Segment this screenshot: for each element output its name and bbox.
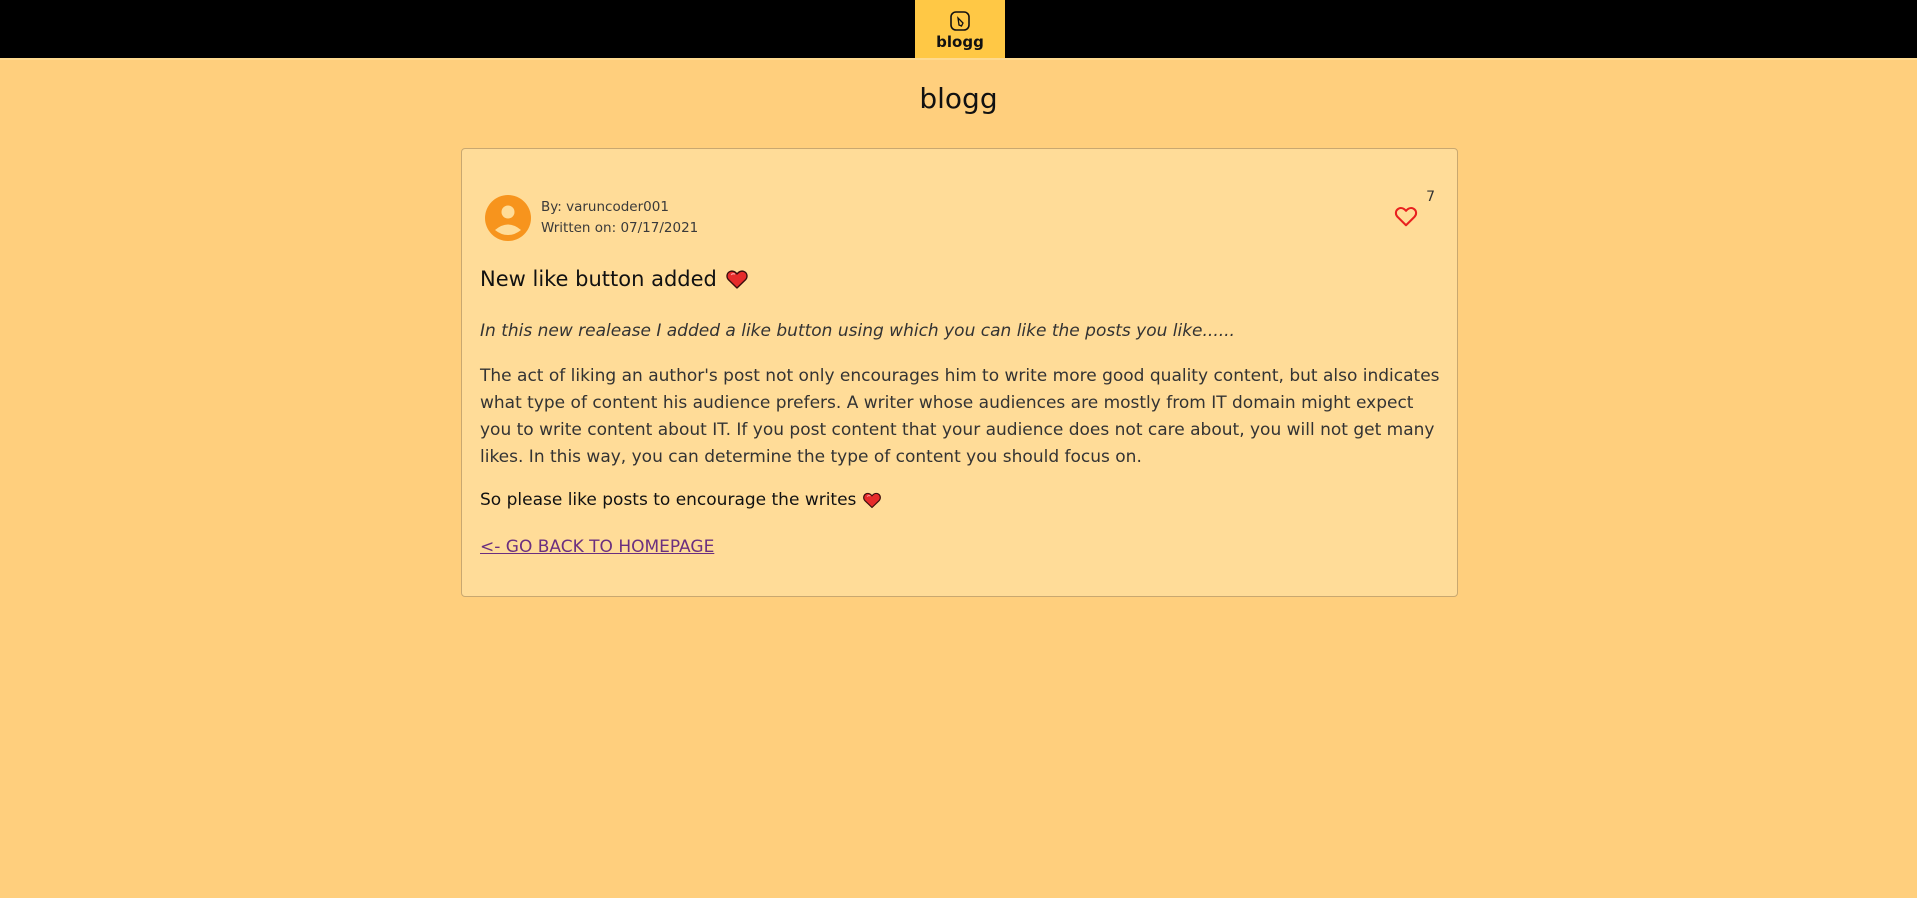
- like-count: 7: [1426, 189, 1435, 205]
- post-lead: In this new realease I added a like butt…: [480, 321, 1235, 341]
- post-body: The act of liking an author's post not o…: [480, 366, 1440, 467]
- post-title: New like button added: [480, 267, 749, 291]
- heart-emoji-icon: [726, 270, 748, 289]
- page-title: blogg: [919, 82, 998, 115]
- like-widget: 7: [1385, 189, 1435, 229]
- avatar-icon: [485, 195, 531, 241]
- post-closing: So please like posts to encourage the wr…: [480, 490, 882, 510]
- heart-emoji-icon: [863, 492, 882, 509]
- post-card: By: varuncoder001 Written on: 07/17/2021…: [461, 148, 1458, 597]
- heart-outline-icon[interactable]: [1393, 203, 1419, 229]
- logo-button[interactable]: blogg: [915, 0, 1005, 58]
- post-closing-text: So please like posts to encourage the wr…: [480, 490, 857, 510]
- top-navbar: blogg: [0, 0, 1917, 60]
- logo-text: blogg: [936, 32, 984, 51]
- author-name: By: varuncoder001: [541, 199, 669, 215]
- post-meta: By: varuncoder001 Written on: 07/17/2021: [485, 195, 698, 241]
- post-date: Written on: 07/17/2021: [541, 220, 699, 236]
- back-to-homepage-link[interactable]: <- GO BACK TO HOMEPAGE: [480, 537, 714, 557]
- logo-icon: [950, 10, 970, 31]
- post-title-text: New like button added: [480, 267, 717, 291]
